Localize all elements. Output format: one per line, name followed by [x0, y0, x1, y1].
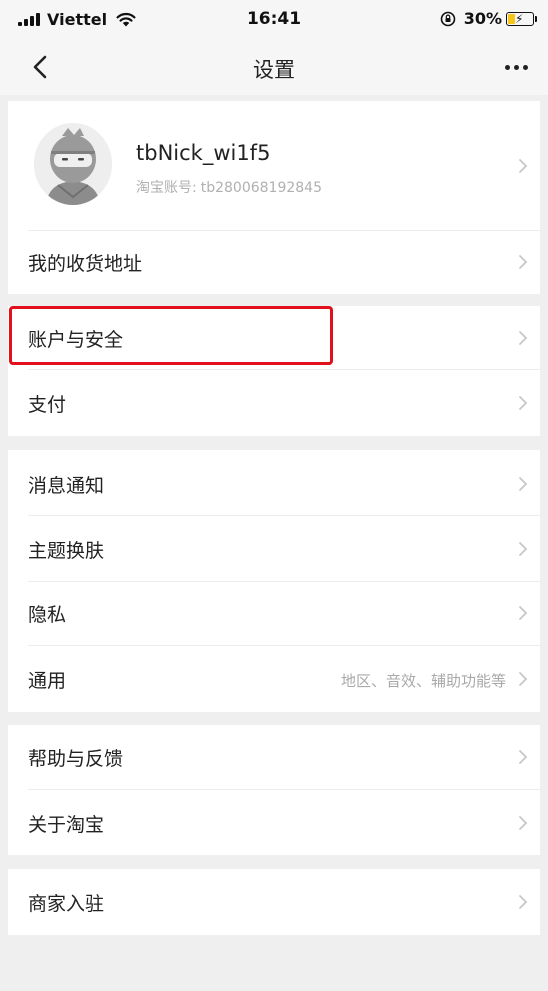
charging-bolt-icon: ⚡ — [515, 11, 524, 26]
row-label: 帮助与反馈 — [28, 748, 124, 770]
ninja-avatar-icon — [34, 123, 112, 205]
navigation-bar: 设置 — [0, 40, 548, 95]
settings-group-help: 帮助与反馈 关于淘宝 — [8, 725, 540, 855]
chevron-right-icon — [519, 606, 528, 620]
page-title: 设置 — [253, 58, 295, 82]
settings-group-profile: tbNick_wi1f5 淘宝账号: tb280068192845 我的收货地址 — [8, 101, 540, 294]
chevron-right-icon — [519, 396, 528, 410]
battery-icon: ⚡ — [506, 11, 537, 26]
row-notifications[interactable]: 消息通知 — [8, 450, 540, 516]
chevron-right-icon — [519, 816, 528, 830]
row-label: 通用 — [28, 670, 67, 692]
username: tbNick_wi1f5 — [136, 141, 271, 165]
status-bar: Viettel 16:41 30% ⚡ — [0, 0, 548, 40]
chevron-right-icon — [519, 255, 528, 269]
row-account-security[interactable]: 账户与安全 — [8, 306, 540, 370]
row-label: 我的收货地址 — [28, 253, 143, 275]
status-right: 30% ⚡ — [440, 9, 537, 28]
row-label: 商家入驻 — [28, 893, 105, 915]
row-label: 账户与安全 — [28, 329, 124, 351]
settings-group-merchant: 商家入驻 — [8, 869, 540, 935]
more-dot — [513, 64, 519, 70]
battery-percent: 30% — [463, 9, 502, 28]
account-info: 淘宝账号: tb280068192845 — [136, 177, 326, 197]
row-help-feedback[interactable]: 帮助与反馈 — [8, 725, 540, 790]
profile-row[interactable]: tbNick_wi1f5 淘宝账号: tb280068192845 — [8, 101, 540, 231]
settings-group-account: 账户与安全 支付 — [8, 306, 540, 436]
avatar[interactable] — [34, 123, 112, 205]
row-privacy[interactable]: 隐私 — [8, 582, 540, 646]
more-button[interactable] — [498, 54, 534, 80]
row-shipping-address[interactable]: 我的收货地址 — [8, 231, 540, 294]
chevron-right-icon — [519, 477, 528, 491]
account-label: 淘宝账号: — [136, 180, 197, 196]
settings-group-general: 消息通知 主题换肤 隐私 通用 地区、音效、辅助功能等 — [8, 450, 540, 712]
rotation-lock-icon — [440, 11, 456, 26]
chevron-right-icon — [519, 895, 528, 909]
chevron-right-icon — [519, 542, 528, 556]
row-detail: 地区、音效、辅助功能等 — [340, 672, 506, 690]
row-about[interactable]: 关于淘宝 — [8, 790, 540, 855]
chevron-right-icon — [519, 331, 528, 345]
row-theme[interactable]: 主题换肤 — [8, 516, 540, 582]
row-merchant[interactable]: 商家入驻 — [8, 869, 540, 935]
account-id: tb280068192845 — [200, 180, 322, 196]
chevron-right-icon — [519, 672, 528, 686]
row-label: 主题换肤 — [28, 540, 105, 562]
battery-fill — [508, 13, 515, 24]
more-dot — [522, 64, 528, 70]
row-payment[interactable]: 支付 — [8, 370, 540, 436]
row-general[interactable]: 通用 地区、音效、辅助功能等 — [8, 646, 540, 712]
row-label: 消息通知 — [28, 475, 105, 497]
chevron-right-icon — [519, 159, 528, 173]
chevron-right-icon — [519, 750, 528, 764]
row-label: 关于淘宝 — [28, 814, 105, 836]
more-dot — [504, 64, 510, 70]
row-label: 隐私 — [28, 604, 67, 626]
row-label: 支付 — [28, 394, 67, 416]
